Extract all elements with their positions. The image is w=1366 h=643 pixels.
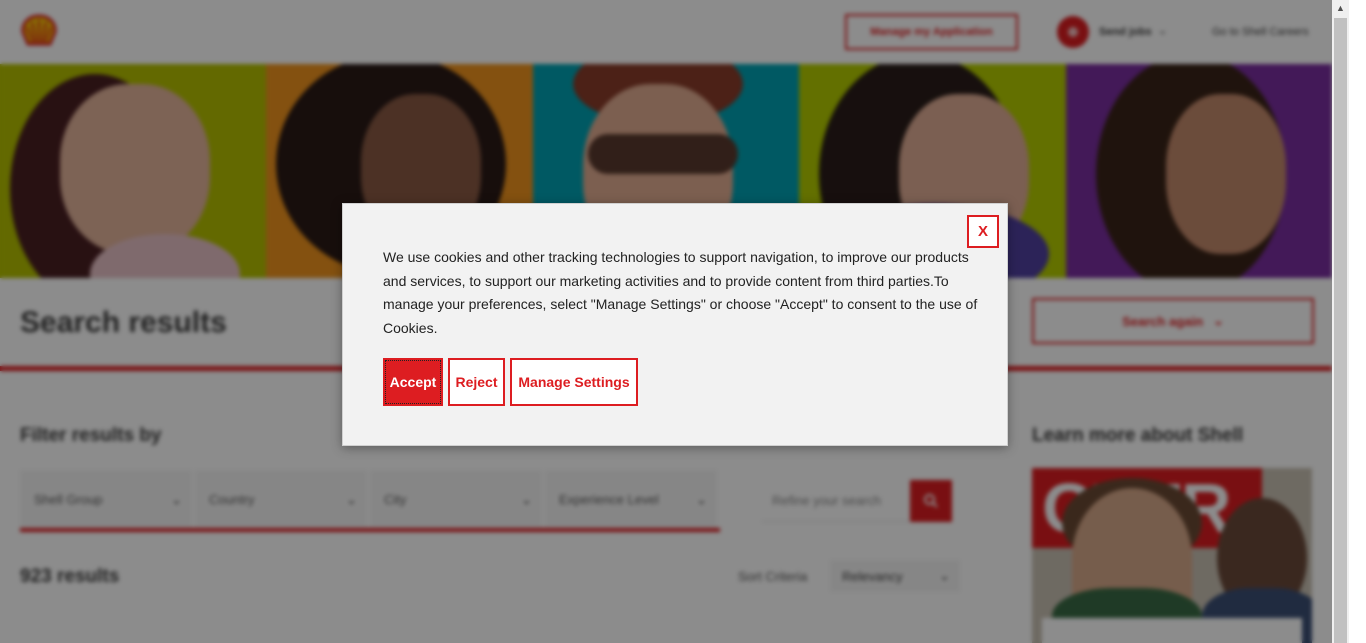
cookie-message: We use cookies and other tracking techno… xyxy=(383,249,978,336)
close-button[interactable]: X xyxy=(967,215,999,248)
scroll-up-icon[interactable]: ▲ xyxy=(1335,3,1346,14)
careers-page: Manage my Application Send jobs ⌄ Go to … xyxy=(0,0,1349,643)
cookie-consent-dialog: X We use cookies and other tracking tech… xyxy=(342,203,1008,446)
reject-button[interactable]: Reject xyxy=(448,358,505,406)
cookie-actions: Accept Reject Manage Settings xyxy=(383,358,638,406)
accept-button[interactable]: Accept xyxy=(383,358,443,406)
scrollbar-thumb[interactable] xyxy=(1334,18,1347,643)
manage-settings-button[interactable]: Manage Settings xyxy=(510,358,638,406)
